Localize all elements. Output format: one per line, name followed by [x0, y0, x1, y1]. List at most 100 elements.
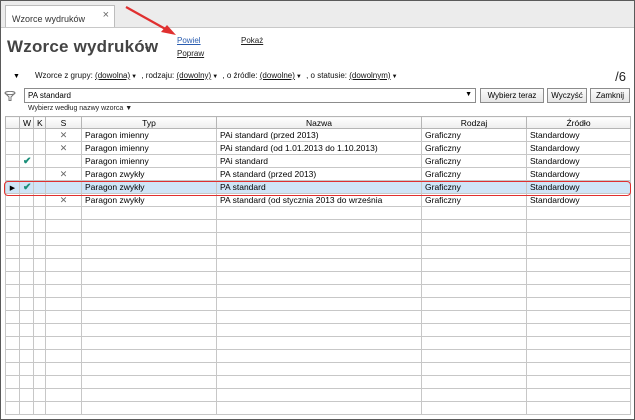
cell-w[interactable] — [19, 141, 34, 155]
cell-k[interactable] — [33, 167, 46, 181]
row-indicator[interactable] — [5, 167, 20, 181]
chevron-down-icon[interactable]: ▼ — [392, 74, 398, 80]
chevron-down-icon[interactable]: ▼ — [465, 91, 472, 98]
table-row[interactable]: ✔ Paragon imienny PAi standard Graficzny Sta… — [5, 154, 631, 168]
empty-cell — [421, 336, 527, 350]
cell-k[interactable] — [33, 180, 46, 194]
row-indicator[interactable] — [5, 193, 20, 207]
cell-k[interactable] — [33, 154, 46, 168]
column-header-nazwa[interactable]: Nazwa — [216, 116, 422, 129]
cell-nazwa[interactable]: PAi standard — [216, 154, 422, 168]
clear-button[interactable]: Wyczyść — [547, 88, 587, 103]
row-indicator[interactable] — [5, 141, 20, 155]
chevron-down-icon[interactable]: ▼ — [125, 105, 132, 112]
empty-cell — [81, 310, 217, 324]
empty-cell — [19, 245, 34, 259]
table-row[interactable]: ✕ Paragon zwykły PA standard (od stycznia … — [5, 193, 631, 207]
cell-typ[interactable]: Paragon zwykły — [81, 180, 217, 194]
cell-zrodlo[interactable]: Standardowy — [526, 193, 631, 207]
cell-nazwa[interactable]: PA standard (od stycznia 2013 do wrześni… — [216, 193, 422, 207]
table-row[interactable]: ▶ ✔ Paragon zwykły PA standard Graficzny Stan… — [5, 180, 631, 194]
column-header-k[interactable]: K — [33, 116, 46, 129]
cell-rodzaj[interactable]: Graficzny — [421, 193, 527, 207]
filter-status-dropdown[interactable]: (dowolnym) — [349, 71, 390, 80]
show-link[interactable]: Pokaż — [241, 36, 263, 45]
tab-strip: Wzorce wydruków × — [1, 1, 634, 28]
cell-zrodlo[interactable]: Standardowy — [526, 167, 631, 181]
template-name-search[interactable]: PA standard ▼ — [24, 88, 476, 103]
cell-s[interactable]: ✕ — [45, 193, 82, 207]
cell-s[interactable]: ✕ — [45, 141, 82, 155]
cell-typ[interactable]: Paragon imienny — [81, 141, 217, 155]
empty-cell — [216, 258, 422, 272]
table-row[interactable]: ✕ Paragon imienny PAi standard (przed 2013… — [5, 128, 631, 142]
cell-w[interactable] — [19, 193, 34, 207]
empty-cell — [81, 362, 217, 376]
row-indicator[interactable] — [5, 128, 20, 142]
column-header-zrodlo[interactable]: Źródło — [526, 116, 631, 129]
empty-cell — [81, 375, 217, 389]
cell-s[interactable] — [45, 154, 82, 168]
cell-typ[interactable]: Paragon zwykły — [81, 193, 217, 207]
cell-k[interactable] — [33, 141, 46, 155]
filter-toggle-icon[interactable]: ▼ — [13, 73, 20, 80]
select-now-button[interactable]: Wybierz teraz — [480, 88, 544, 103]
cell-rodzaj[interactable]: Graficzny — [421, 141, 527, 155]
table-row[interactable]: ✕ Paragon zwykły PA standard (przed 2013) G… — [5, 167, 631, 181]
cell-w[interactable] — [19, 128, 34, 142]
cell-k[interactable] — [33, 193, 46, 207]
cell-w[interactable]: ✔ — [19, 180, 34, 194]
column-header-w[interactable]: W — [19, 116, 34, 129]
empty-cell — [421, 401, 527, 415]
empty-cell — [216, 271, 422, 285]
cell-rodzaj[interactable]: Graficzny — [421, 128, 527, 142]
row-indicator[interactable]: ▶ — [5, 180, 20, 194]
filter-group-dropdown[interactable]: (dowolna) — [95, 71, 130, 80]
empty-row — [5, 362, 631, 376]
column-header-rodzaj[interactable]: Rodzaj — [421, 116, 527, 129]
edit-link[interactable]: Popraw — [177, 49, 204, 58]
cell-rodzaj[interactable]: Graficzny — [421, 180, 527, 194]
column-header-typ[interactable]: Typ — [81, 116, 217, 129]
tab-print-templates[interactable]: Wzorce wydruków × — [5, 5, 115, 27]
cell-w[interactable] — [19, 167, 34, 181]
close-icon[interactable]: × — [103, 9, 109, 21]
search-input[interactable]: PA standard — [28, 91, 71, 100]
cell-zrodlo[interactable]: Standardowy — [526, 141, 631, 155]
cell-s[interactable] — [45, 180, 82, 194]
cell-nazwa[interactable]: PA standard (przed 2013) — [216, 167, 422, 181]
cell-nazwa[interactable]: PAi standard (od 1.01.2013 do 1.10.2013) — [216, 141, 422, 155]
cell-zrodlo[interactable]: Standardowy — [526, 154, 631, 168]
row-indicator[interactable] — [5, 154, 20, 168]
empty-cell — [33, 219, 46, 233]
filter-type-dropdown[interactable]: (dowolny) — [177, 71, 212, 80]
close-button[interactable]: Zamknij — [590, 88, 630, 103]
cell-nazwa[interactable]: PAi standard (przed 2013) — [216, 128, 422, 142]
cell-typ[interactable]: Paragon zwykły — [81, 167, 217, 181]
cell-rodzaj[interactable]: Graficzny — [421, 167, 527, 181]
column-header-s[interactable]: S — [45, 116, 82, 129]
cell-typ[interactable]: Paragon imienny — [81, 128, 217, 142]
empty-cell — [19, 323, 34, 337]
chevron-down-icon[interactable]: ▼ — [212, 74, 218, 80]
filter-source-dropdown[interactable]: (dowolne) — [260, 71, 295, 80]
chevron-down-icon[interactable]: ▼ — [131, 74, 137, 80]
cell-zrodlo[interactable]: Standardowy — [526, 128, 631, 142]
cell-nazwa[interactable]: PA standard — [216, 180, 422, 194]
table-row[interactable]: ✕ Paragon imienny PAi standard (od 1.01.20… — [5, 141, 631, 155]
cell-typ[interactable]: Paragon imienny — [81, 154, 217, 168]
cell-s[interactable]: ✕ — [45, 128, 82, 142]
cell-s[interactable]: ✕ — [45, 167, 82, 181]
empty-cell — [19, 271, 34, 285]
duplicate-link[interactable]: Powiel — [177, 36, 201, 45]
cell-rodzaj[interactable]: Graficzny — [421, 154, 527, 168]
cell-k[interactable] — [33, 128, 46, 142]
chevron-down-icon[interactable]: ▼ — [296, 74, 302, 80]
cell-w[interactable]: ✔ — [19, 154, 34, 168]
empty-cell — [45, 349, 82, 363]
search-mode-dropdown[interactable]: Wybierz według nazwy wzorca ▼ — [28, 105, 132, 112]
empty-cell — [216, 401, 422, 415]
empty-cell — [45, 245, 82, 259]
chevron-down-icon[interactable]: ▾ — [145, 44, 149, 53]
cell-zrodlo[interactable]: Standardowy — [526, 180, 631, 194]
